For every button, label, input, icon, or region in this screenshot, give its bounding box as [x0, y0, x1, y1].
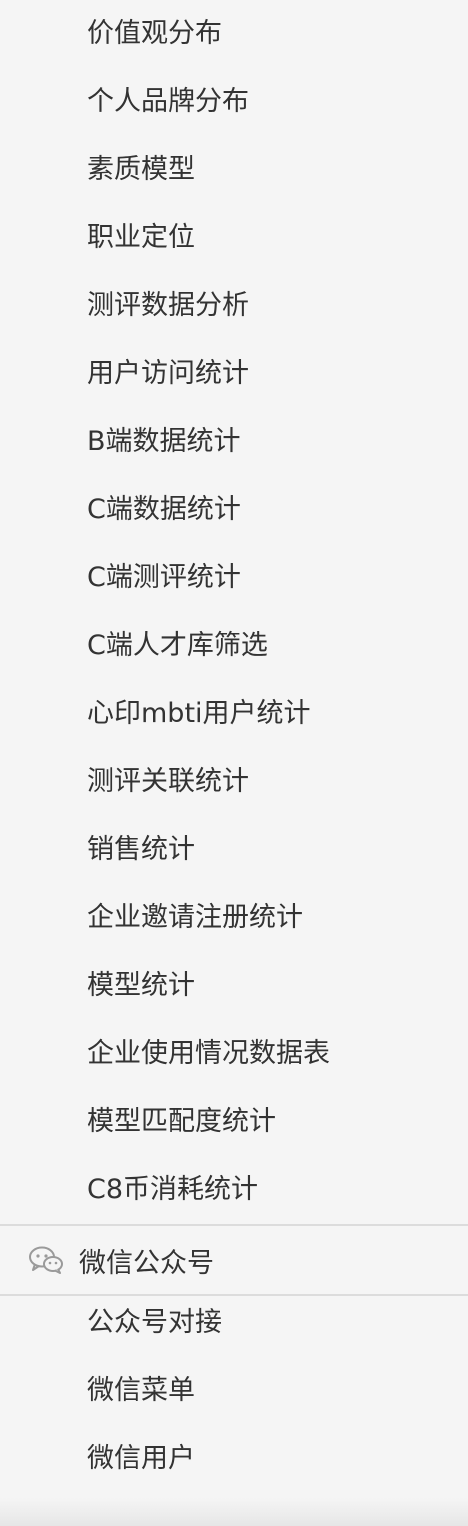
bottom-fade — [0, 1498, 468, 1526]
menu-item-b-side-data-stats[interactable]: B端数据统计 — [0, 408, 468, 476]
menu-item-c-side-assessment-stats[interactable]: C端测评统计 — [0, 544, 468, 612]
menu-item-official-account-integration[interactable]: 公众号对接 — [0, 1289, 468, 1357]
menu-item-enterprise-invite-stats[interactable]: 企业邀请注册统计 — [0, 884, 468, 952]
menu-item-personal-brand-distribution[interactable]: 个人品牌分布 — [0, 68, 468, 136]
menu-item-career-positioning[interactable]: 职业定位 — [0, 204, 468, 272]
menu-item-wechat-users[interactable]: 微信用户 — [0, 1425, 468, 1493]
menu-item-enterprise-usage-table[interactable]: 企业使用情况数据表 — [0, 1020, 468, 1088]
menu-item-wechat-menu[interactable]: 微信菜单 — [0, 1357, 468, 1425]
menu-item-c-side-talent-filter[interactable]: C端人才库筛选 — [0, 612, 468, 680]
menu-item-competency-model[interactable]: 素质模型 — [0, 136, 468, 204]
menu-item-values-distribution[interactable]: 价值观分布 — [0, 0, 468, 68]
menu-item-assessment-link-stats[interactable]: 测评关联统计 — [0, 748, 468, 816]
menu-item-user-visit-stats[interactable]: 用户访问统计 — [0, 340, 468, 408]
wechat-icon — [28, 1245, 64, 1275]
menu-item-c8-coin-consumption-stats[interactable]: C8币消耗统计 — [0, 1156, 468, 1224]
wechat-group-header[interactable]: 微信公众号 — [0, 1224, 468, 1296]
menu-item-model-stats[interactable]: 模型统计 — [0, 952, 468, 1020]
menu-item-assessment-data-analysis[interactable]: 测评数据分析 — [0, 272, 468, 340]
menu-item-sales-stats[interactable]: 销售统计 — [0, 816, 468, 884]
sidebar-menu: 价值观分布 个人品牌分布 素质模型 职业定位 测评数据分析 用户访问统计 B端数… — [0, 0, 468, 1493]
menu-item-mbti-user-stats[interactable]: 心印mbti用户统计 — [0, 680, 468, 748]
menu-item-model-match-stats[interactable]: 模型匹配度统计 — [0, 1088, 468, 1156]
menu-item-c-side-data-stats[interactable]: C端数据统计 — [0, 476, 468, 544]
wechat-group-label: 微信公众号 — [79, 1247, 214, 1279]
